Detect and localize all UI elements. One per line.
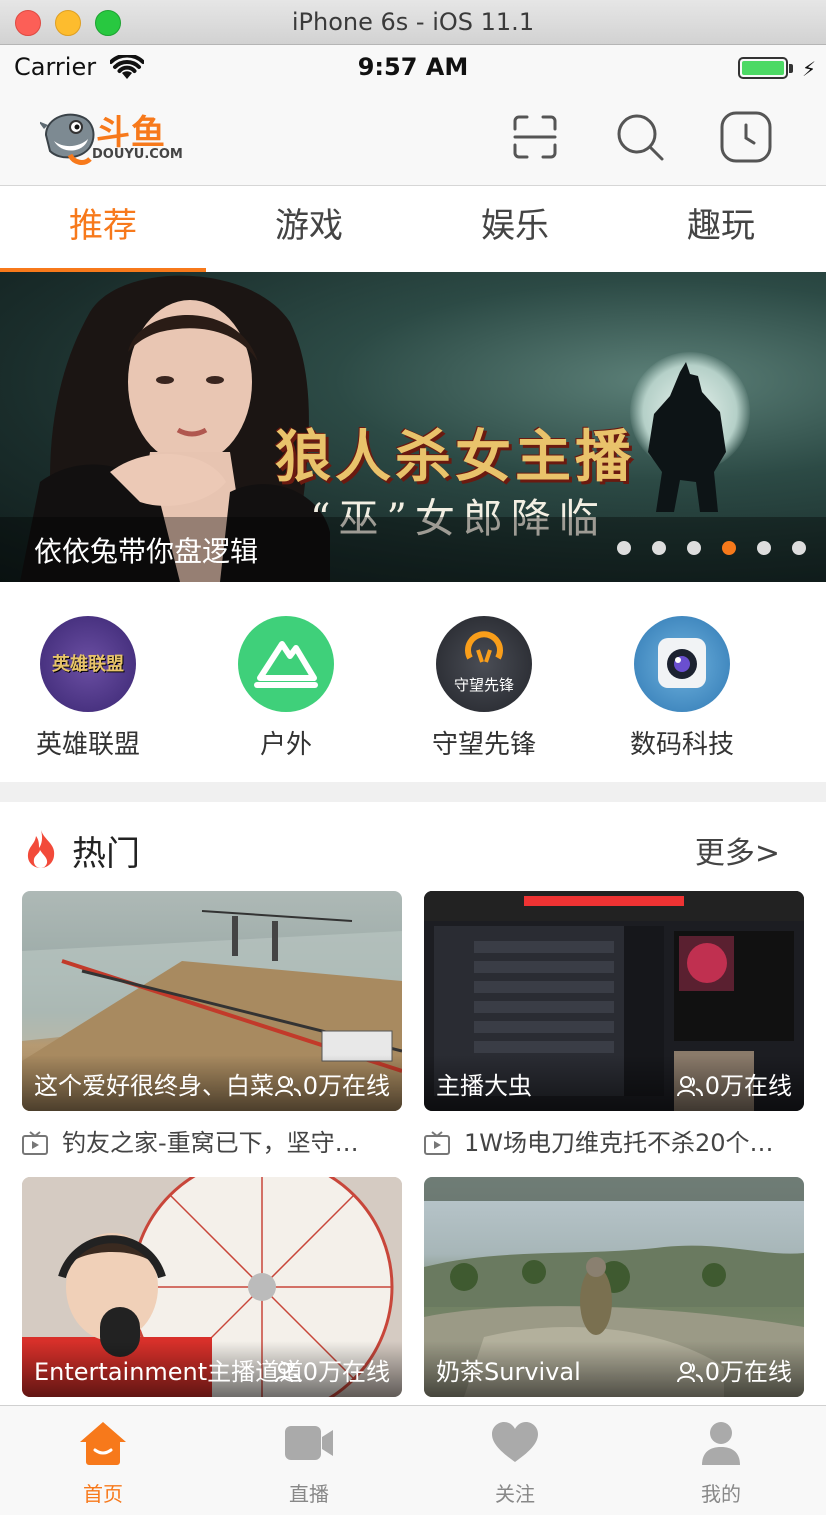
section-title: 热门 (72, 834, 140, 874)
page-dot[interactable] (617, 541, 631, 555)
status-bar: Carrier 9:57 AM ⚡ (0, 45, 826, 89)
tab-entertainment[interactable]: 娱乐 (412, 186, 618, 272)
anchor-name: 这个爱好很终身、白菜 (34, 1072, 274, 1100)
category-shortcuts: 英雄联盟 英雄联盟 户外 守望先锋 守望先锋 数码科技 (0, 582, 826, 782)
tab-games[interactable]: 游戏 (206, 186, 412, 272)
search-icon[interactable] (612, 109, 668, 165)
category-label: 数码科技 (629, 730, 734, 760)
banner-headline: 狼人杀女主播 (275, 424, 635, 490)
tab-profile[interactable]: 我的 (618, 1420, 824, 1507)
category-overwatch[interactable]: 守望先锋 守望先锋 (424, 616, 544, 761)
charging-icon: ⚡ (801, 57, 816, 81)
tab-label: 我的 (701, 1482, 741, 1506)
section-divider (0, 782, 826, 802)
category-tabs: 推荐 游戏 娱乐 趣玩 (0, 186, 826, 272)
banner-carousel[interactable]: 狼人杀女主播 “巫”女郎降临 依依兔带你盘逻辑 (0, 272, 826, 582)
camera-icon (634, 616, 730, 712)
heart-icon (492, 1422, 538, 1462)
viewers-icon (676, 1076, 703, 1097)
fish-mascot-icon (40, 113, 95, 165)
douyu-logo[interactable]: 斗鱼 DOUYU.COM (40, 101, 183, 171)
overwatch-icon: 守望先锋 (436, 616, 532, 712)
tab-label: 关注 (495, 1482, 535, 1506)
category-outdoor[interactable]: 户外 (226, 616, 346, 761)
home-icon (80, 1422, 126, 1465)
outdoor-icon (238, 616, 334, 712)
carousel-page-indicator[interactable] (596, 540, 806, 556)
live-tv-icon (22, 1131, 48, 1155)
page-dot-active[interactable] (722, 541, 736, 555)
tab-label: 首页 (83, 1482, 123, 1506)
tab-home[interactable]: 首页 (0, 1420, 206, 1507)
viewer-count: 0万在线 (676, 1066, 792, 1101)
tab-live[interactable]: 直播 (206, 1420, 412, 1507)
nav-bar: 斗鱼 DOUYU.COM (0, 89, 826, 186)
tab-fun[interactable]: 趣玩 (618, 186, 824, 272)
more-link[interactable]: 更多> (695, 828, 780, 872)
category-label: 户外 (259, 730, 312, 760)
page-dot[interactable] (652, 541, 666, 555)
viewers-icon (274, 1362, 301, 1383)
bottom-tab-bar: 首页 直播 关注 我的 (0, 1405, 826, 1515)
room-title: 1W场电刀维克托不杀20个… (424, 1123, 804, 1158)
user-icon (702, 1422, 740, 1465)
video-icon (285, 1426, 333, 1460)
live-card[interactable]: Entertainment主播道道 0万在线 (22, 1177, 402, 1397)
stream-thumbnail[interactable]: 主播大虫 0万在线 (424, 891, 804, 1111)
page-dot[interactable] (687, 541, 701, 555)
window-title: iPhone 6s - iOS 11.1 (291, 8, 535, 36)
anchor-name: Entertainment主播道道 (34, 1358, 304, 1386)
banner-caption: 依依兔带你盘逻辑 (34, 535, 259, 568)
tab-follow[interactable]: 关注 (412, 1420, 618, 1507)
page-dot[interactable] (757, 541, 771, 555)
anchor-name: 奶茶Survival (436, 1358, 581, 1386)
viewer-count: 0万在线 (274, 1352, 390, 1387)
stream-thumbnail[interactable]: 奶茶Survival 0万在线 (424, 1177, 804, 1397)
category-lol[interactable]: 英雄联盟 英雄联盟 (28, 616, 148, 761)
logo-domain: DOUYU.COM (92, 147, 183, 162)
category-label: 英雄联盟 (35, 730, 140, 760)
history-icon[interactable] (718, 109, 774, 165)
window-titlebar: iPhone 6s - iOS 11.1 (0, 0, 826, 45)
category-label: 守望先锋 (431, 730, 536, 760)
tab-recommend[interactable]: 推荐 (0, 186, 206, 272)
room-title: 钓友之家-重窝已下，坚守… (22, 1123, 402, 1158)
category-digital[interactable]: 数码科技 (622, 616, 742, 761)
page-dot[interactable] (792, 541, 806, 555)
status-time: 9:57 AM (357, 53, 469, 81)
tab-label: 直播 (289, 1482, 329, 1506)
hot-section-header: 热门 更多> (0, 802, 826, 892)
viewer-count: 0万在线 (676, 1352, 792, 1387)
viewer-count: 0万在线 (274, 1066, 390, 1101)
viewers-icon (676, 1362, 703, 1383)
lol-icon: 英雄联盟 (40, 616, 136, 712)
stream-thumbnail[interactable]: 这个爱好很终身、白菜 0万在线 (22, 891, 402, 1111)
viewers-icon (274, 1076, 301, 1097)
stream-thumbnail[interactable]: Entertainment主播道道 0万在线 (22, 1177, 402, 1397)
live-card[interactable]: 主播大虫 0万在线 1W场电刀维克托不杀20个… (424, 891, 804, 1158)
werewolf-silhouette (648, 362, 726, 512)
anchor-name: 主播大虫 (436, 1072, 532, 1100)
scan-icon[interactable] (507, 109, 563, 165)
live-card[interactable]: 这个爱好很终身、白菜 0万在线 钓友之家-重窝已下，坚守… (22, 891, 402, 1158)
fire-icon (27, 830, 55, 868)
live-tv-icon (424, 1131, 450, 1155)
battery-icon (738, 57, 788, 79)
live-card[interactable]: 奶茶Survival 0万在线 (424, 1177, 804, 1397)
